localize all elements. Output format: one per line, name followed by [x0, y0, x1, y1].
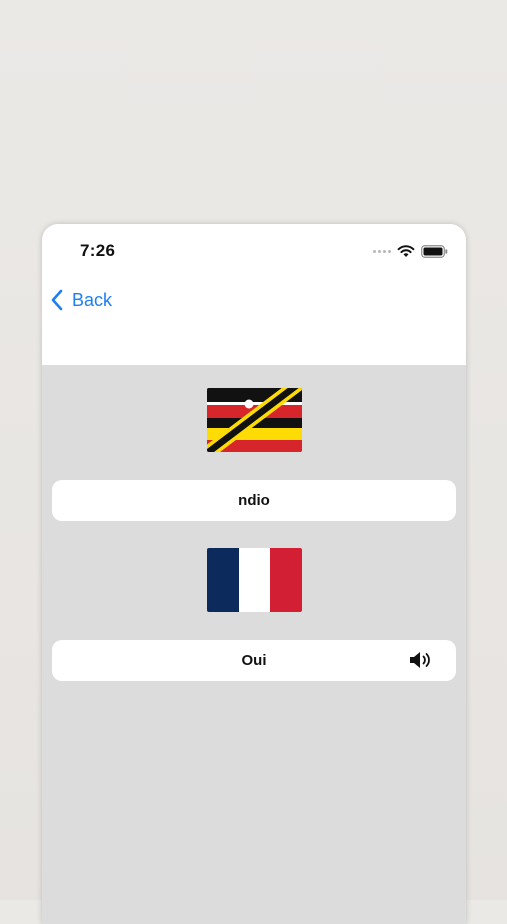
swahili-word-card: ndio [52, 480, 456, 521]
swahili-flag-icon [207, 388, 302, 452]
battery-icon [421, 244, 448, 258]
phone-screen: 7:26 Back ndio Oui [42, 224, 466, 924]
flashcard-content: ndio Oui [42, 365, 466, 924]
french-flag-icon [207, 548, 302, 612]
chevron-left-icon [51, 289, 63, 311]
back-label: Back [72, 289, 113, 310]
swahili-word: ndio [238, 492, 270, 509]
speaker-icon[interactable] [408, 650, 434, 670]
status-time: 7:26 [80, 241, 116, 260]
cellular-signal-icon [373, 249, 391, 253]
wifi-icon [397, 245, 415, 257]
status-icons [373, 243, 448, 259]
french-word: Oui [241, 652, 267, 669]
back-button[interactable]: Back [50, 287, 112, 313]
navigation-header: 7:26 Back [42, 224, 466, 365]
french-word-card: Oui [52, 640, 456, 681]
